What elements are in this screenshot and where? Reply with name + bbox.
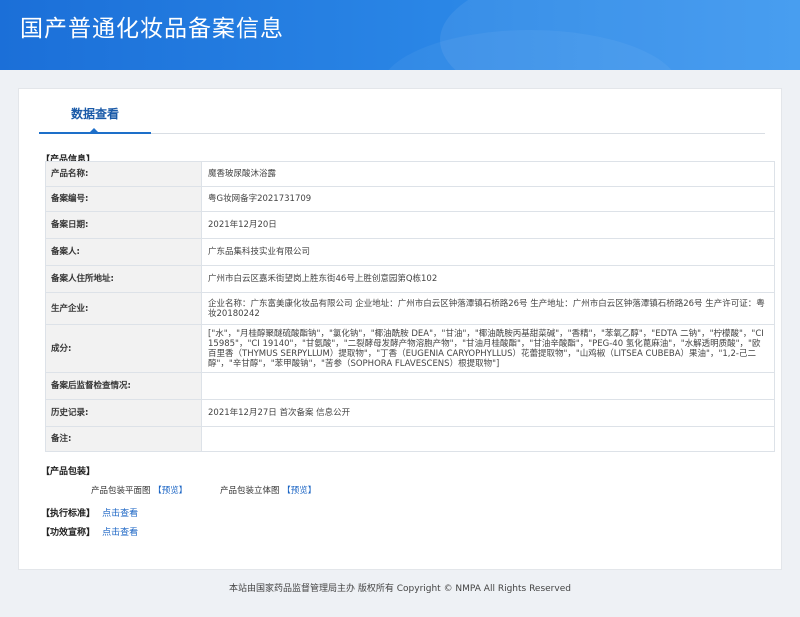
row-key: 备案后监督检查情况: bbox=[45, 372, 202, 400]
product-info-table: 产品名称: 魔香玻尿酸沐浴露 备案编号: 粤G妆网备字2021731709 备案… bbox=[45, 161, 775, 452]
row-value: 2021年12月20日 bbox=[201, 211, 775, 239]
table-row: 成分: ["水"，"月桂醇聚醚硫酸酯钠"，"氯化钠"，"椰油酰胺 DEA"，"甘… bbox=[45, 324, 775, 373]
row-value: 广东品集科技实业有限公司 bbox=[201, 238, 775, 266]
page-title: 国产普通化妆品备案信息 bbox=[20, 16, 284, 42]
table-row: 生产企业: 企业名称：广东富美康化妆品有限公司 企业地址：广州市白云区钟落潭镇石… bbox=[45, 292, 775, 325]
claims-view-link[interactable]: 点击查看 bbox=[102, 528, 138, 538]
packaging-solid-label: 产品包装立体图 bbox=[220, 486, 280, 496]
row-value: 广州市白云区嘉禾街望岗上胜东街46号上胜创意园第Q栋102 bbox=[201, 265, 775, 293]
row-key: 生产企业: bbox=[45, 292, 202, 325]
claims-heading: 【功效宣称】 点击查看 bbox=[41, 525, 138, 538]
table-row: 历史记录: 2021年12月27日 首次备案 信息公开 bbox=[45, 399, 775, 427]
table-row: 备案编号: 粤G妆网备字2021731709 bbox=[45, 186, 775, 212]
content-panel: 数据查看 【产品信息】 产品名称: 魔香玻尿酸沐浴露 备案编号: 粤G妆网备字2… bbox=[18, 88, 782, 570]
row-key: 备注: bbox=[45, 426, 202, 452]
packaging-heading: 【产品包装】 bbox=[41, 467, 96, 477]
standard-title: 【执行标准】 bbox=[41, 509, 96, 519]
active-tab-indicator bbox=[89, 128, 99, 133]
tab-label: 数据查看 bbox=[70, 107, 119, 121]
header-banner: 国产普通化妆品备案信息 bbox=[0, 0, 800, 70]
row-key: 产品名称: bbox=[45, 161, 202, 187]
row-key: 备案编号: bbox=[45, 186, 202, 212]
table-row: 备案人住所地址: 广州市白云区嘉禾街望岗上胜东街46号上胜创意园第Q栋102 bbox=[45, 265, 775, 293]
table-row: 备案后监督检查情况: bbox=[45, 372, 775, 400]
standard-view-link[interactable]: 点击查看 bbox=[102, 509, 138, 519]
row-key: 备案人住所地址: bbox=[45, 265, 202, 293]
tab-bar: 数据查看 bbox=[39, 89, 765, 134]
row-key: 备案日期: bbox=[45, 211, 202, 239]
table-row: 产品名称: 魔香玻尿酸沐浴露 bbox=[45, 161, 775, 187]
standard-heading: 【执行标准】 点击查看 bbox=[41, 506, 138, 519]
preview-solid-link[interactable]: 【预览】 bbox=[282, 486, 316, 496]
row-value: 企业名称：广东富美康化妆品有限公司 企业地址：广州市白云区钟落潭镇石桥路26号 … bbox=[201, 292, 775, 325]
row-value: 2021年12月27日 首次备案 信息公开 bbox=[201, 399, 775, 427]
table-row: 备案人: 广东品集科技实业有限公司 bbox=[45, 238, 775, 266]
packaging-solid: 产品包装立体图 【预览】 bbox=[220, 484, 316, 496]
footer-copyright: 本站由国家药品监督管理局主办 版权所有 Copyright © NMPA All… bbox=[229, 584, 571, 594]
table-row: 备案日期: 2021年12月20日 bbox=[45, 211, 775, 239]
row-key: 历史记录: bbox=[45, 399, 202, 427]
claims-title: 【功效宣称】 bbox=[41, 528, 96, 538]
row-value bbox=[201, 426, 775, 452]
packaging-flat: 产品包装平面图 【预览】 bbox=[91, 484, 187, 496]
tab-data-view[interactable]: 数据查看 bbox=[39, 89, 151, 134]
row-key: 备案人: bbox=[45, 238, 202, 266]
preview-flat-link[interactable]: 【预览】 bbox=[153, 486, 187, 496]
packaging-flat-label: 产品包装平面图 bbox=[91, 486, 151, 496]
row-value: 粤G妆网备字2021731709 bbox=[201, 186, 775, 212]
row-value: ["水"，"月桂醇聚醚硫酸酯钠"，"氯化钠"，"椰油酰胺 DEA"，"甘油"，"… bbox=[201, 324, 775, 373]
table-row: 备注: bbox=[45, 426, 775, 452]
row-key: 成分: bbox=[45, 324, 202, 373]
row-value: 魔香玻尿酸沐浴露 bbox=[201, 161, 775, 187]
row-value bbox=[201, 372, 775, 400]
